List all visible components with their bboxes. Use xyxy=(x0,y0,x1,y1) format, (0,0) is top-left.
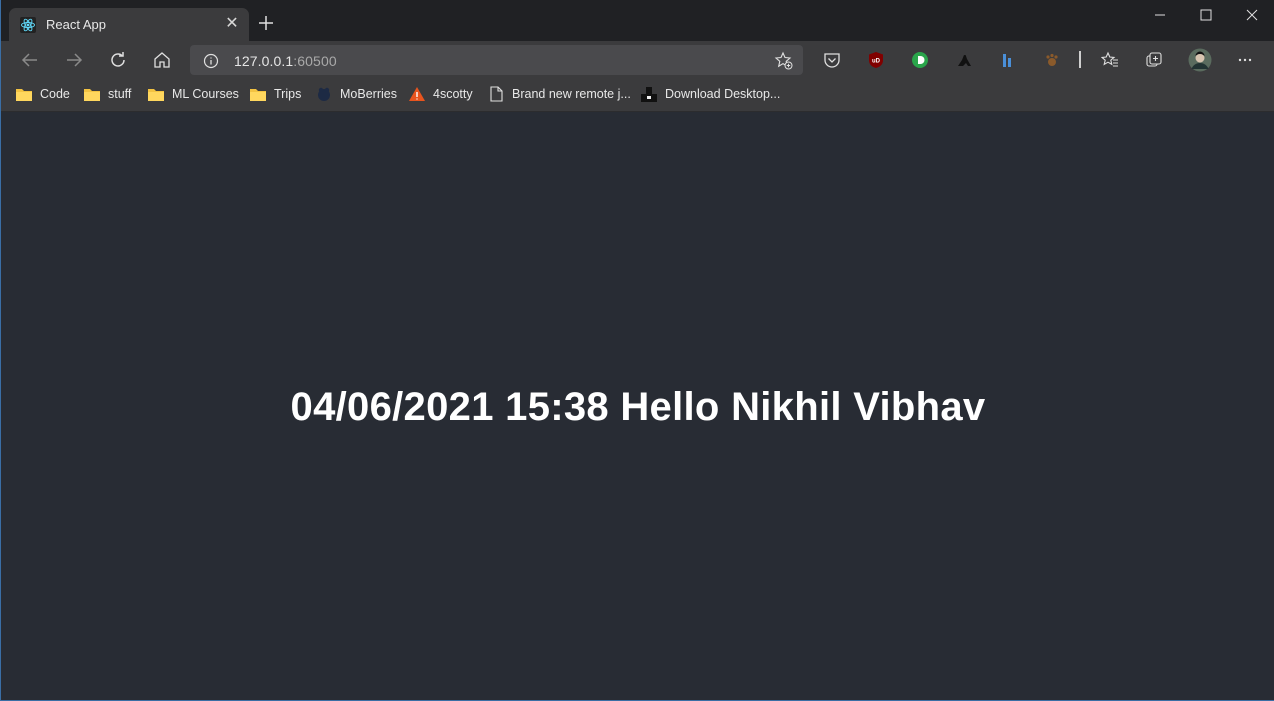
page-content: 04/06/2021 15:38 Hello Nikhil Vibhav xyxy=(2,112,1274,700)
folder-icon xyxy=(84,89,100,101)
back-button[interactable] xyxy=(17,47,43,73)
refresh-button[interactable] xyxy=(105,47,131,73)
info-icon[interactable] xyxy=(203,53,219,69)
new-tab-icon[interactable] xyxy=(255,12,277,34)
url-port: :60500 xyxy=(293,53,337,69)
minimize-icon xyxy=(1155,14,1165,16)
svg-text:uD: uD xyxy=(872,59,881,65)
stats-icon[interactable] xyxy=(999,51,1017,69)
toolbar-separator xyxy=(1079,51,1081,68)
bookmark-label: Trips xyxy=(274,87,302,101)
bookmark-4scotty[interactable]: 4scotty xyxy=(408,85,473,103)
add-favorite-icon[interactable] xyxy=(774,51,793,70)
favorites-icon[interactable] xyxy=(1101,51,1119,69)
maximize-button[interactable] xyxy=(1183,0,1229,30)
url-text: 127.0.0.1:60500 xyxy=(234,53,337,69)
folder-icon xyxy=(16,89,32,101)
bookmark-label: stuff xyxy=(108,87,132,101)
bookmark-download-desktop[interactable]: Download Desktop... xyxy=(640,85,780,103)
bookmark-label: Brand new remote j... xyxy=(512,87,631,101)
refresh-icon xyxy=(111,52,125,67)
arrow-left-icon xyxy=(21,53,37,67)
bookmark-brand-new-remote[interactable]: Brand new remote j... xyxy=(487,85,631,103)
tab-title: React App xyxy=(46,17,106,32)
react-logo-icon xyxy=(20,17,36,33)
bookmark-label: Download Desktop... xyxy=(665,87,781,101)
paw-icon[interactable] xyxy=(1043,51,1061,69)
pocket-icon[interactable] xyxy=(823,51,841,69)
bookmarks-bar: Code stuff ML Courses Trips MoBerries 4s… xyxy=(1,78,1274,112)
bookmark-label: ML Courses xyxy=(172,87,239,101)
folder-icon xyxy=(250,89,266,101)
download-icon xyxy=(641,87,657,102)
green-d-icon[interactable] xyxy=(911,51,929,69)
bookmark-label: MoBerries xyxy=(340,87,397,101)
arrow-right-icon xyxy=(67,53,83,67)
bookmark-code[interactable]: Code xyxy=(15,85,70,103)
tab-react-app[interactable]: React App ✕ xyxy=(9,8,249,41)
bookmark-label: Code xyxy=(40,87,70,101)
close-window-button[interactable] xyxy=(1229,0,1274,30)
moberries-icon xyxy=(318,87,330,101)
4scotty-icon xyxy=(409,87,425,101)
ublock-icon[interactable]: uD xyxy=(867,51,885,69)
url-host: 127.0.0.1 xyxy=(234,53,294,69)
close-tab-icon[interactable]: ✕ xyxy=(223,15,241,33)
title-bar: React App ✕ xyxy=(1,0,1274,41)
bookmark-trips[interactable]: Trips xyxy=(249,85,301,103)
bookmark-stuff[interactable]: stuff xyxy=(83,85,131,103)
bookmark-label: 4scotty xyxy=(433,87,473,101)
forward-button[interactable] xyxy=(61,47,87,73)
home-button[interactable] xyxy=(149,47,175,73)
bookmark-moberries[interactable]: MoBerries xyxy=(315,85,397,103)
folder-icon xyxy=(148,89,164,101)
home-icon xyxy=(154,52,170,68)
profile-avatar-icon[interactable] xyxy=(1188,48,1212,72)
bird-icon[interactable] xyxy=(955,51,973,69)
browser-window: React App ✕ 127.0.0.1:60500 uD Code stuf… xyxy=(0,0,1274,701)
address-bar[interactable]: 127.0.0.1:60500 xyxy=(190,45,803,75)
bookmark-ml-courses[interactable]: ML Courses xyxy=(147,85,239,103)
page-icon xyxy=(490,86,503,102)
maximize-icon xyxy=(1200,9,1212,21)
collections-icon[interactable] xyxy=(1145,51,1163,69)
more-options-icon[interactable] xyxy=(1236,51,1254,69)
minimize-button[interactable] xyxy=(1137,0,1183,30)
greeting-heading: 04/06/2021 15:38 Hello Nikhil Vibhav xyxy=(290,385,986,429)
navigation-toolbar: 127.0.0.1:60500 uD xyxy=(1,41,1274,78)
close-icon xyxy=(1246,9,1258,21)
